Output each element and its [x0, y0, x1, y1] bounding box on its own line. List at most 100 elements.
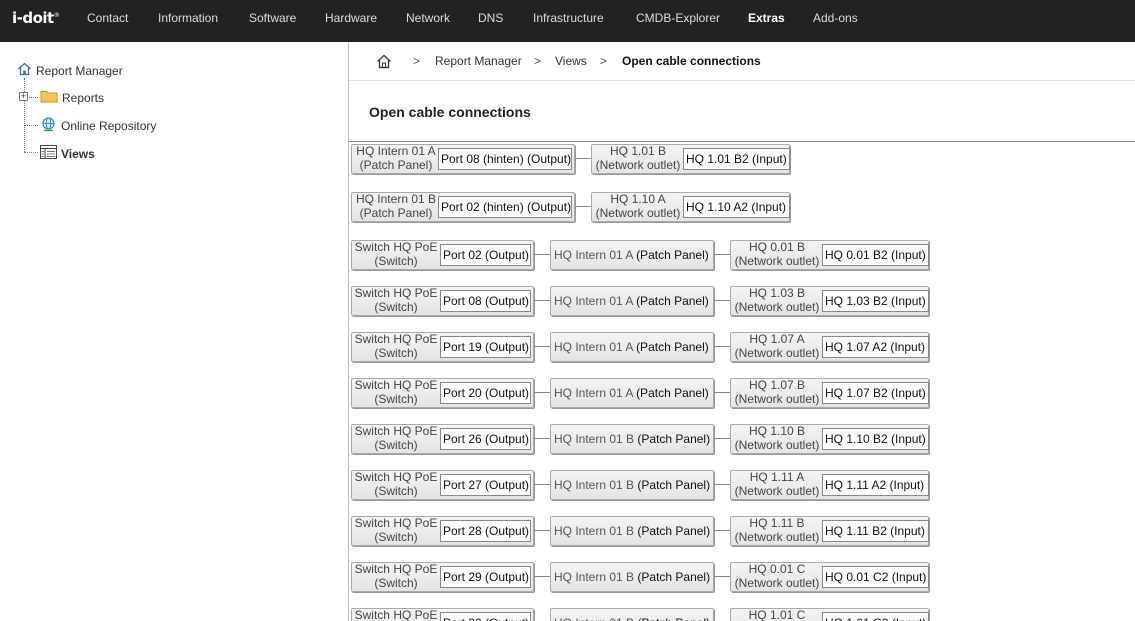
port-field[interactable]: HQ 1.07 B2 (Input): [822, 382, 929, 404]
device-title: Switch HQ PoE: [354, 608, 438, 621]
port-field[interactable]: Port 20 (Output): [440, 382, 531, 404]
nav-software[interactable]: Software: [249, 11, 296, 25]
device-title: HQ 1.11 A: [749, 470, 805, 484]
expand-reports-icon[interactable]: +: [19, 92, 28, 101]
divider: [349, 141, 1135, 142]
port-field[interactable]: HQ 0.01 B2 (Input): [822, 244, 929, 266]
device-name: Switch HQ PoE(Switch): [353, 378, 439, 406]
device-type: (Network outlet): [734, 530, 820, 544]
nav-information[interactable]: Information: [158, 11, 218, 25]
top-navigation-bar: i-doit® Contact Information Software Har…: [0, 0, 1135, 42]
tree-connector: [24, 152, 38, 153]
device-name: HQ 1.01 C(Network outlet): [731, 608, 823, 621]
tree-root-label: Report Manager: [36, 63, 123, 78]
port-field[interactable]: Port 02 (Output): [440, 244, 531, 266]
table-icon: [40, 145, 57, 162]
device-type: (Patch Panel): [637, 616, 710, 621]
tree-item-label: Online Repository: [61, 119, 157, 133]
device-type: (Network outlet): [734, 484, 820, 498]
cable-line: [714, 346, 730, 347]
device-name: HQ Intern 01 A (Patch Panel): [353, 144, 439, 172]
patch-panel-name: HQ Intern 01 B (Patch Panel): [554, 616, 710, 621]
device-type: (Network outlet): [734, 254, 820, 268]
chevron-right-icon: >: [534, 54, 542, 68]
logo-text: i-doit: [12, 9, 54, 27]
device-name: Switch HQ PoE(Switch): [353, 608, 439, 621]
chevron-right-icon: >: [413, 54, 421, 68]
device-type: (Patch Panel): [636, 340, 709, 354]
port-field[interactable]: HQ 1.03 B2 (Input): [822, 290, 929, 312]
device-type: (Network outlet): [734, 392, 820, 406]
device-type: (Switch): [374, 300, 418, 314]
device-type: (Switch): [374, 438, 418, 452]
device-title: HQ Intern 01 B: [554, 570, 635, 584]
device-type: (Patch Panel): [637, 478, 711, 492]
port-field[interactable]: Port 29 (Output): [440, 566, 531, 588]
port-field[interactable]: HQ 1.01 C2 (Input): [822, 612, 929, 621]
device-title: HQ 1.10 A: [610, 192, 666, 206]
device-type: (Network outlet): [734, 576, 820, 590]
home-icon: [17, 62, 32, 79]
port-field[interactable]: Port 08 (hinten) (Output): [438, 148, 572, 170]
cable-line: [534, 576, 550, 577]
breadcrumb-views[interactable]: Views: [555, 54, 587, 68]
device-type: (Network outlet): [734, 300, 820, 314]
device-name: HQ 1.11 A (Network outlet): [731, 470, 823, 498]
device-type: (Switch): [374, 254, 418, 268]
port-field[interactable]: Port 08 (Output): [440, 290, 531, 312]
device-type: (Network outlet): [734, 346, 820, 360]
tree-item-label: Views: [61, 146, 95, 161]
tree-root-report-manager[interactable]: Report Manager: [17, 62, 123, 79]
port-field[interactable]: Port 26 (Output): [440, 428, 531, 450]
nav-contact[interactable]: Contact: [87, 11, 128, 25]
page-title: Open cable connections: [369, 104, 531, 120]
device-name: Switch HQ PoE(Switch): [353, 424, 439, 452]
nav-dns[interactable]: DNS: [478, 11, 503, 25]
folder-icon: [40, 89, 58, 106]
home-icon[interactable]: [376, 54, 392, 72]
device-type: (Patch Panel): [636, 248, 709, 262]
nav-cmdb-explorer[interactable]: CMDB-Explorer: [636, 11, 720, 25]
device-title: Switch HQ PoE: [354, 332, 438, 346]
patch-panel-name: HQ Intern 01 A (Patch Panel): [554, 294, 709, 308]
device-name: Switch HQ PoE(Switch): [353, 240, 439, 268]
device-title: Switch HQ PoE: [354, 562, 438, 576]
cable-line: [534, 484, 550, 485]
device-title: Switch HQ PoE: [354, 516, 438, 530]
breadcrumb-report-manager[interactable]: Report Manager: [435, 54, 522, 68]
cable-line: [534, 300, 550, 301]
nav-network[interactable]: Network: [406, 11, 450, 25]
port-field[interactable]: HQ 1.10 B2 (Input): [822, 428, 929, 450]
nav-add-ons[interactable]: Add-ons: [813, 11, 858, 25]
port-field[interactable]: Port 27 (Output): [440, 474, 531, 496]
port-field[interactable]: Port 19 (Output): [440, 336, 531, 358]
nav-extras[interactable]: Extras: [748, 11, 785, 25]
breadcrumb-current-page: Open cable connections: [622, 54, 761, 68]
port-field[interactable]: HQ 1.10 A2 (Input): [683, 196, 790, 218]
port-field[interactable]: HQ 1.11 A2 (Input): [822, 474, 929, 496]
port-field[interactable]: HQ 1.07 A2 (Input): [822, 336, 929, 358]
device-name: HQ 1.01 B (Network outlet): [592, 144, 684, 172]
port-field[interactable]: HQ 0.01 C2 (Input): [822, 566, 929, 588]
cable-line: [714, 484, 730, 485]
tree-item-online-repository[interactable]: Online Repository: [40, 117, 156, 135]
port-field[interactable]: Port 28 (Output): [440, 520, 531, 542]
tree-item-reports[interactable]: Reports: [40, 89, 104, 106]
cable-line: [534, 392, 550, 393]
tree-item-views[interactable]: Views: [40, 145, 95, 162]
i-doit-logo[interactable]: i-doit®: [12, 9, 60, 27]
port-field[interactable]: Port 02 (hinten) (Output): [438, 196, 572, 218]
device-type: (Switch): [374, 392, 418, 406]
nav-infrastructure[interactable]: Infrastructure: [533, 11, 604, 25]
device-title: HQ 0.01 C: [748, 562, 806, 576]
port-field[interactable]: HQ 1.11 B2 (Input): [822, 520, 929, 542]
patch-panel-name: HQ Intern 01 A (Patch Panel): [554, 248, 709, 262]
port-field[interactable]: Port 30 (Output): [440, 612, 531, 621]
port-field[interactable]: HQ 1.01 B2 (Input): [683, 148, 790, 170]
nav-hardware[interactable]: Hardware: [325, 11, 377, 25]
device-type: (Patch Panel): [637, 432, 711, 446]
device-title: Switch HQ PoE: [354, 378, 438, 392]
device-type: (Switch): [374, 530, 418, 544]
patch-panel-name: HQ Intern 01 B (Patch Panel): [554, 432, 710, 446]
device-type: (Network outlet): [595, 158, 681, 172]
